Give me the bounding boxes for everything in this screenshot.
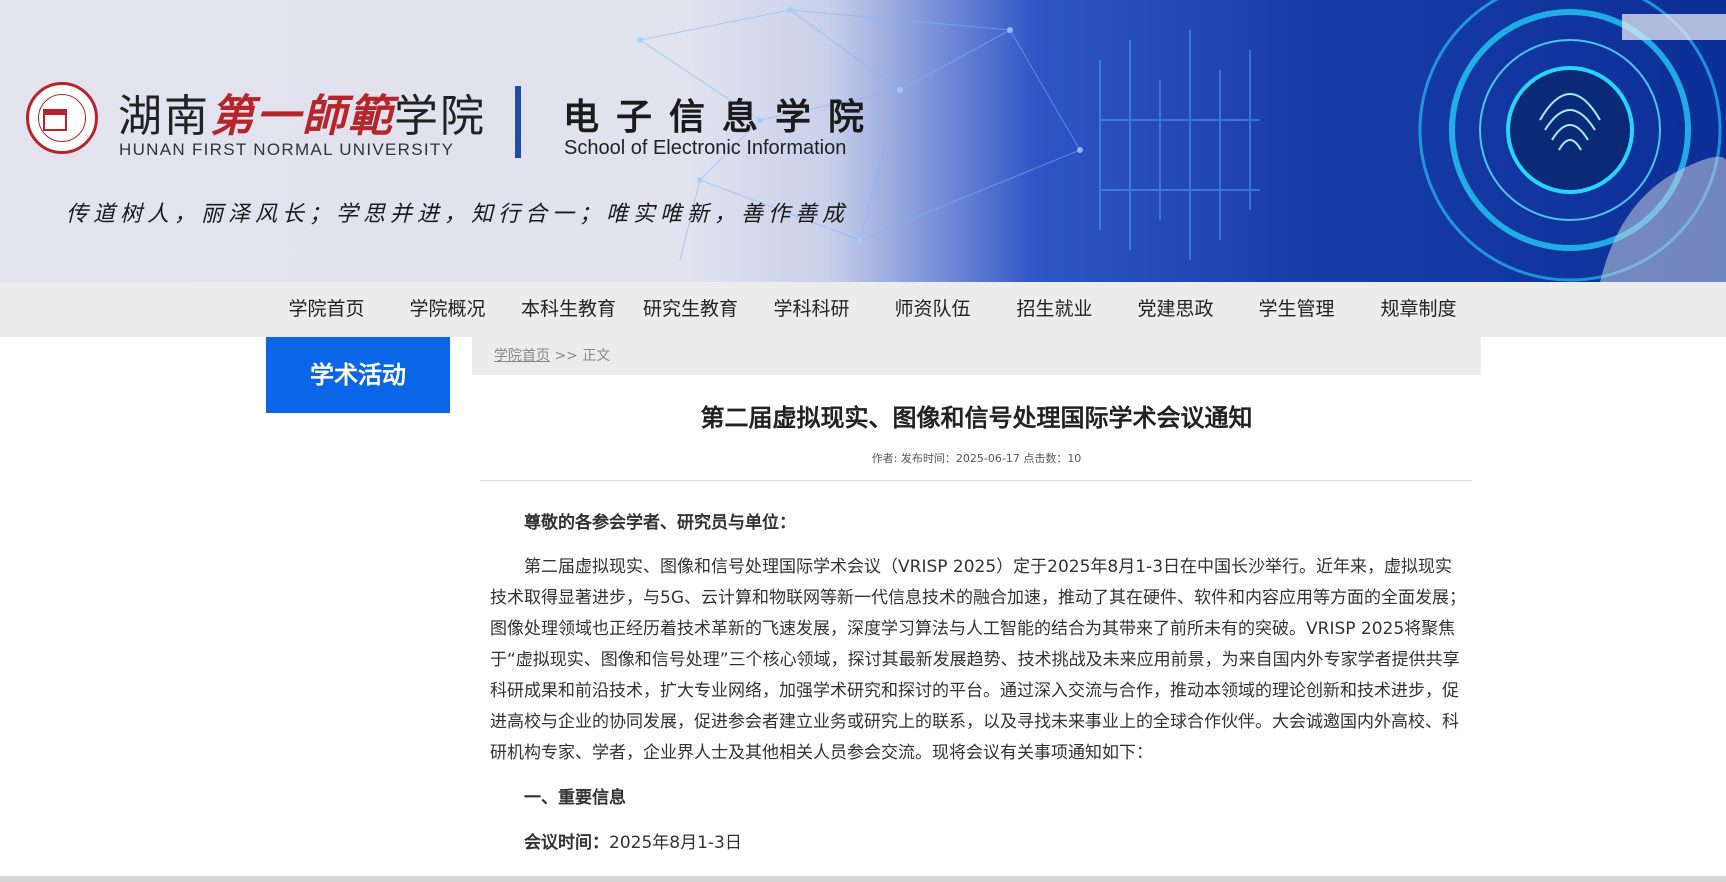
- school-name-en: School of Electronic Information: [564, 137, 847, 159]
- conference-date-row: 会议时间：2025年8月1-3日: [524, 828, 1466, 859]
- article-greeting: 尊敬的各参会学者、研究员与单位：: [524, 513, 796, 533]
- header-banner: 湖南第一師範学院 HUNAN FIRST NORMAL UNIVERSITY 电…: [0, 0, 1726, 282]
- nav-item-home[interactable]: 学院首页: [266, 282, 387, 337]
- section-heading: 一、重要信息: [524, 788, 626, 808]
- header-divider: [515, 86, 521, 158]
- breadcrumb-separator: >>: [550, 348, 583, 364]
- nav-item-undergraduate[interactable]: 本科生教育: [508, 282, 629, 337]
- sidebar-title: 学术活动: [266, 337, 450, 413]
- nav-item-party[interactable]: 党建思政: [1115, 282, 1236, 337]
- article-meta: 作者: 发布时间：2025-06-17 点击数：10: [871, 452, 1082, 465]
- nav-item-regulations[interactable]: 规章制度: [1358, 282, 1479, 337]
- conference-date-value: 2025年8月1-3日: [609, 833, 742, 853]
- article-title: 第二届虚拟现实、图像和信号处理国际学术会议通知: [700, 404, 1253, 432]
- nav-item-admissions[interactable]: 招生就业: [994, 282, 1115, 337]
- breadcrumb-current: 正文: [582, 348, 611, 364]
- nav-item-overview[interactable]: 学院概况: [387, 282, 508, 337]
- university-seal-logo: [26, 82, 98, 154]
- breadcrumb-home-link[interactable]: 学院首页: [494, 348, 550, 364]
- nav-item-research[interactable]: 学科科研: [751, 282, 872, 337]
- main-nav: 学院首页 学院概况 本科生教育 研究生教育 学科科研 师资队伍 招生就业 党建思…: [0, 282, 1726, 337]
- breadcrumb: 学院首页 >> 正文: [472, 337, 1481, 375]
- university-name-cn: 湖南第一師範学院: [118, 91, 486, 142]
- university-name-en: HUNAN FIRST NORMAL UNIVERSITY: [119, 140, 455, 159]
- top-right-panel[interactable]: [1622, 14, 1726, 40]
- article-paragraph: 第二届虚拟现实、图像和信号处理国际学术会议（VRISP 2025）定于2025年…: [490, 557, 1466, 763]
- title-divider: [480, 480, 1472, 481]
- school-name-cn: 电子信息学院: [563, 97, 882, 138]
- nav-item-students[interactable]: 学生管理: [1236, 282, 1357, 337]
- school-motto: 传道树人，丽泽风长；学思并进，知行合一；唯实唯新，善作善成: [66, 202, 850, 227]
- horizontal-scrollbar[interactable]: [0, 876, 1726, 882]
- article-body: 尊敬的各参会学者、研究员与单位： 第二届虚拟现实、图像和信号处理国际学术会议（V…: [490, 508, 1466, 859]
- nav-item-faculty[interactable]: 师资队伍: [872, 282, 993, 337]
- conference-date-label: 会议时间：: [524, 833, 609, 853]
- nav-item-graduate[interactable]: 研究生教育: [630, 282, 751, 337]
